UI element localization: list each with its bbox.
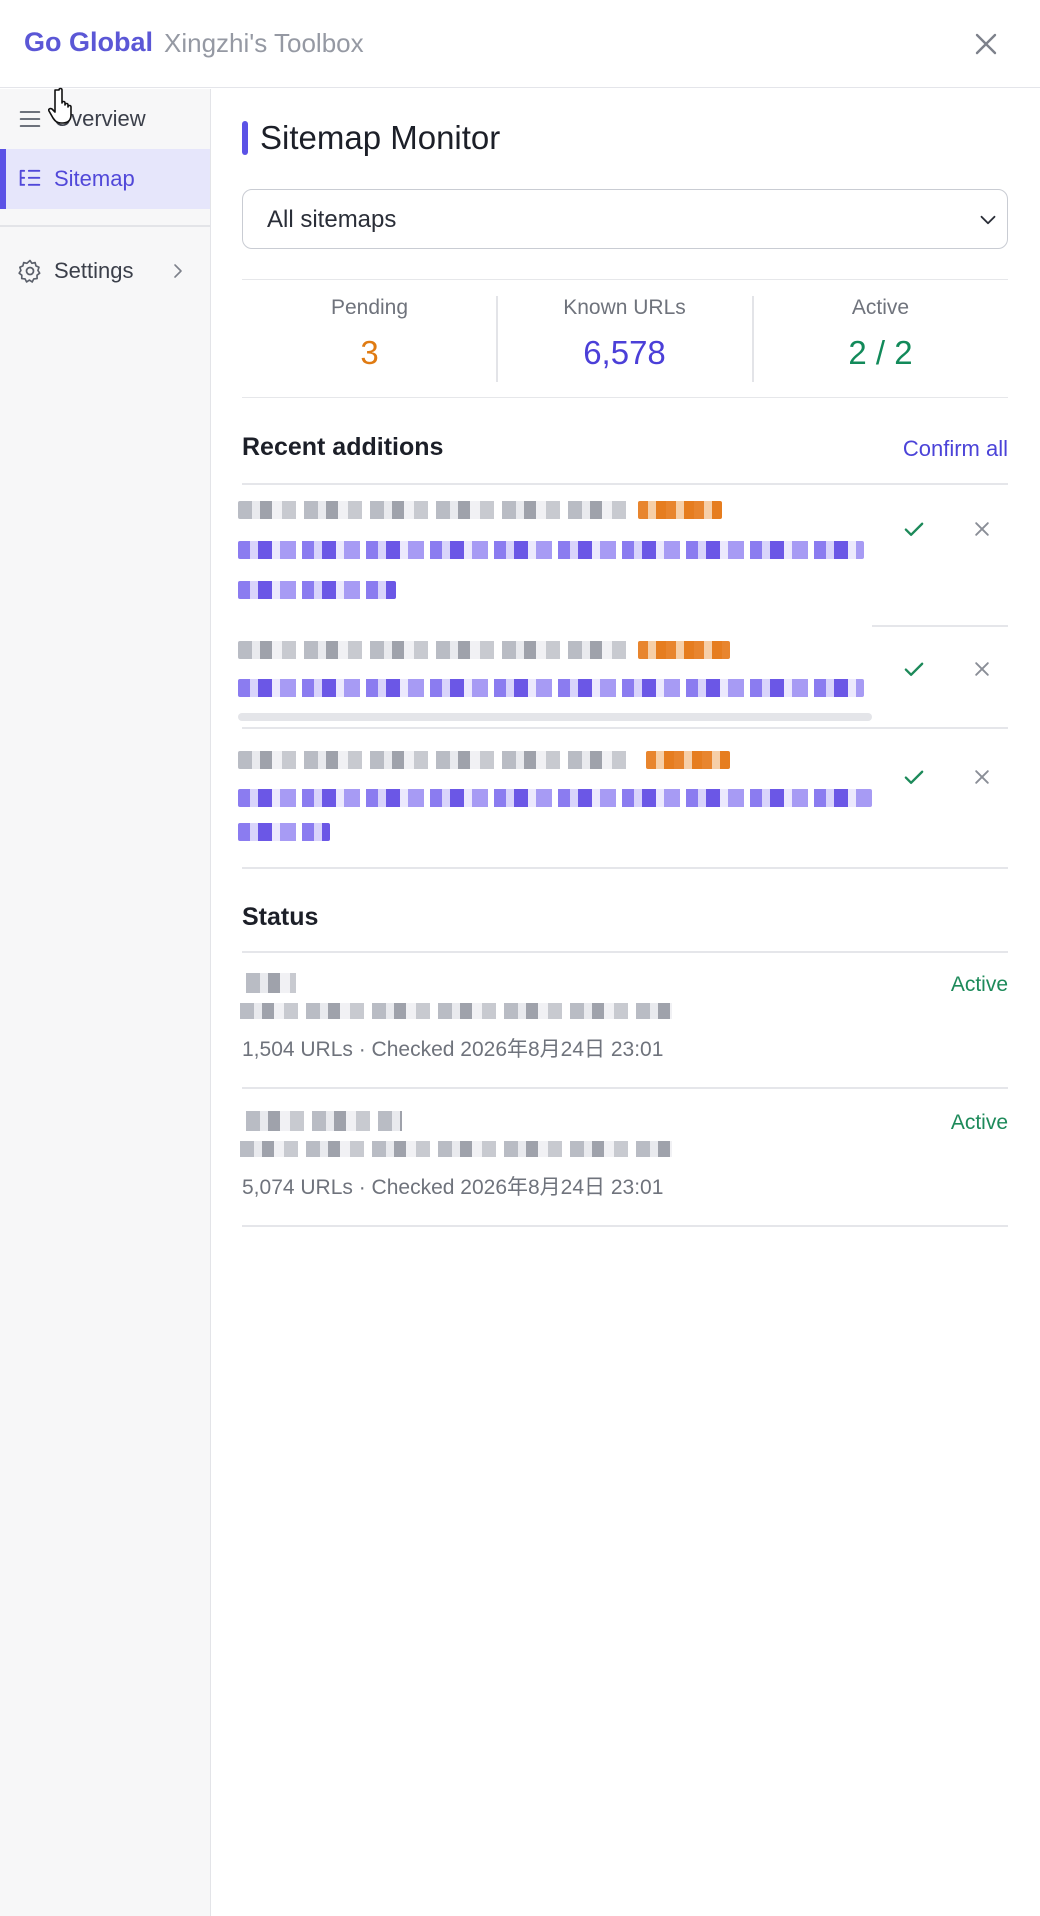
divider — [242, 951, 1008, 953]
close-icon — [975, 662, 989, 676]
redacted-link — [238, 823, 330, 841]
check-icon — [904, 662, 924, 676]
redacted-text — [240, 1141, 672, 1157]
list-item[interactable] — [238, 627, 1008, 727]
brand-title: Go Global — [24, 27, 154, 57]
close-icon — [975, 33, 997, 55]
status-meta: 1,504 URLs · Checked 2026年8月24日 23:01 — [242, 1038, 664, 1061]
chevron-right-icon — [174, 264, 182, 278]
hand-cursor-icon — [48, 87, 72, 124]
stat-active: Active 2 / 2 — [753, 280, 1008, 397]
sidebar-item-label: Settings — [54, 258, 134, 283]
sidebar-item-settings[interactable]: Settings — [0, 241, 210, 301]
sidebar: Overview Sitemap Settings — [0, 89, 211, 1916]
close-icon — [975, 522, 989, 536]
page-title: Sitemap Monitor — [260, 119, 501, 156]
sidebar-item-label: Sitemap — [54, 166, 135, 191]
list-item[interactable] — [238, 729, 1008, 857]
dismiss-button[interactable] — [968, 515, 996, 543]
divider — [242, 1087, 1008, 1089]
sidebar-item-sitemap[interactable]: Sitemap — [0, 149, 210, 209]
redacted-text — [238, 641, 628, 659]
title-accent-bar — [242, 121, 248, 155]
confirm-button[interactable] — [900, 515, 928, 543]
stat-known-urls: Known URLs 6,578 — [497, 280, 752, 397]
check-icon — [904, 770, 924, 784]
status-meta: 5,074 URLs · Checked 2026年8月24日 23:01 — [242, 1176, 664, 1199]
redacted-text — [246, 1111, 402, 1131]
redacted-link — [238, 789, 872, 807]
stat-value: 6,578 — [583, 334, 666, 371]
divider — [242, 867, 1008, 869]
redacted-link — [238, 581, 396, 599]
dismiss-button[interactable] — [968, 655, 996, 683]
close-button[interactable] — [968, 26, 1004, 62]
redacted-link — [238, 679, 864, 697]
dismiss-button[interactable] — [968, 763, 996, 791]
stat-pending: Pending 3 — [242, 280, 497, 397]
recent-additions-heading: Recent additions — [242, 433, 444, 461]
horizontal-scrollbar[interactable] — [238, 713, 872, 721]
stat-label: Active — [851, 296, 910, 319]
list-tree-icon — [16, 165, 44, 193]
confirm-button[interactable] — [900, 763, 928, 791]
stat-label: Known URLs — [563, 296, 686, 319]
app-header: Go Global Xingzhi's Toolbox — [0, 0, 1040, 88]
redacted-text — [238, 501, 628, 519]
redacted-text — [638, 641, 730, 659]
redacted-text — [238, 751, 634, 769]
sitemap-select[interactable]: All sitemaps — [242, 189, 1008, 249]
close-icon — [975, 770, 989, 784]
status-row[interactable]: 5,074 URLs · Checked 2026年8月24日 23:01 Ac… — [240, 1111, 1008, 1209]
stats-summary: Pending 3 Known URLs 6,578 Active 2 / 2 — [242, 279, 1008, 398]
chevron-down-icon — [980, 215, 996, 225]
status-heading: Status — [242, 903, 319, 931]
redacted-text — [638, 501, 722, 519]
list-item[interactable] — [238, 485, 1008, 625]
confirm-all-button[interactable]: Confirm all — [903, 436, 1008, 462]
status-badge: Active — [950, 973, 1008, 996]
confirm-button[interactable] — [900, 655, 928, 683]
stat-value: 3 — [360, 334, 379, 371]
menu-icon — [16, 105, 44, 133]
redacted-text — [246, 973, 296, 993]
redacted-link — [238, 541, 864, 559]
status-row[interactable]: 1,504 URLs · Checked 2026年8月24日 23:01 Ac… — [240, 973, 1008, 1071]
stat-label: Pending — [330, 296, 409, 319]
stat-value: 2 / 2 — [848, 334, 913, 371]
sidebar-item-overview[interactable]: Overview — [0, 89, 210, 149]
sitemap-select-value: All sitemaps — [267, 206, 397, 233]
check-icon — [904, 522, 924, 536]
redacted-text — [646, 751, 730, 769]
status-badge: Active — [950, 1111, 1008, 1134]
gear-icon — [16, 257, 44, 285]
sidebar-divider — [0, 225, 210, 227]
redacted-text — [240, 1003, 672, 1019]
divider — [242, 1225, 1008, 1227]
app-subtitle: Xingzhi's Toolbox — [164, 28, 364, 58]
